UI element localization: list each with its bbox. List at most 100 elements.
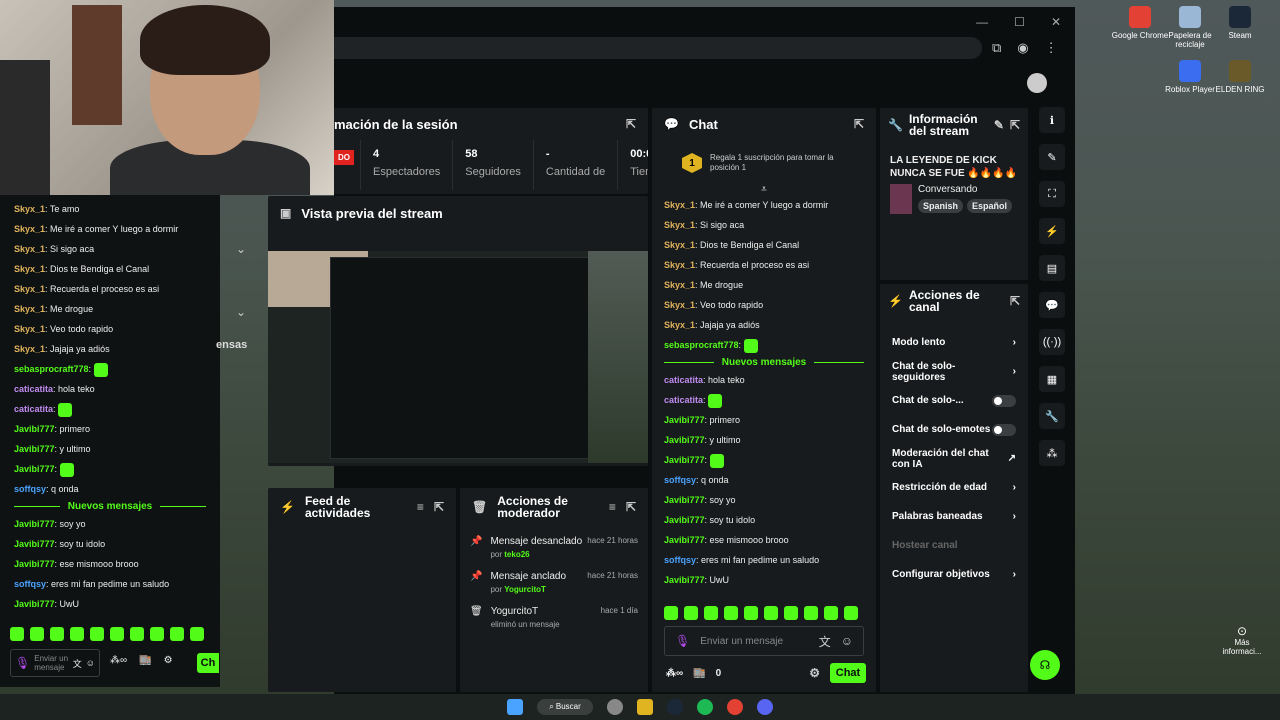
- extensions-icon[interactable]: ⧉: [992, 40, 1001, 56]
- settings-icon[interactable]: ⚙: [809, 666, 820, 680]
- channel-action-row[interactable]: Moderación del chat con IA ↗: [880, 444, 1028, 473]
- chat-username[interactable]: caticatita: [14, 404, 53, 414]
- chat-username[interactable]: Javibi777: [664, 455, 705, 465]
- channel-action-row[interactable]: Restricción de edad ›: [880, 473, 1028, 502]
- collapse-icon[interactable]: ⩡: [652, 184, 876, 195]
- chat-username[interactable]: soffqsy: [664, 475, 696, 485]
- translate-icon[interactable]: 文: [819, 633, 831, 650]
- emote-icon[interactable]: [30, 627, 44, 641]
- filter-icon[interactable]: ≡: [417, 500, 424, 514]
- obs-icon[interactable]: [606, 699, 623, 715]
- info-icon[interactable]: ℹ: [1039, 107, 1065, 133]
- send-chat-button[interactable]: Chat: [830, 663, 866, 683]
- chat-username[interactable]: Javibi777: [664, 495, 705, 505]
- chat-username[interactable]: Skyx_1: [664, 240, 695, 250]
- channel-action-row[interactable]: Chat de solo-...: [880, 386, 1028, 415]
- emote-icon[interactable]: [190, 627, 204, 641]
- chat-username[interactable]: Javibi777: [14, 464, 55, 474]
- emote-icon[interactable]: [804, 606, 818, 620]
- chat-username[interactable]: Skyx_1: [14, 284, 45, 294]
- toggle-switch[interactable]: [992, 423, 1016, 436]
- chat-username[interactable]: Javibi777: [14, 519, 55, 529]
- channel-action-row[interactable]: Configurar objetivos ›: [880, 560, 1028, 589]
- popout-icon[interactable]: ⇱: [1010, 118, 1020, 132]
- chat-username[interactable]: soffqsy: [664, 555, 696, 565]
- emote-icon[interactable]: [724, 606, 738, 620]
- address-bar[interactable]: [334, 37, 982, 59]
- emote-icon[interactable]: [170, 627, 184, 641]
- taskbar-search[interactable]: ⌕ Buscar: [537, 699, 593, 715]
- stream-preview-video[interactable]: [268, 251, 648, 463]
- store-icon[interactable]: 🏬: [693, 668, 705, 679]
- chat-username[interactable]: Javibi777: [664, 515, 705, 525]
- emote-icon[interactable]: [784, 606, 798, 620]
- microphone-icon[interactable]: 🎙: [675, 634, 690, 648]
- chat-username[interactable]: Javibi777: [14, 424, 55, 434]
- emote-icon[interactable]: [70, 627, 84, 641]
- chat-username[interactable]: Skyx_1: [14, 324, 45, 334]
- emoji-icon[interactable]: ☺: [86, 658, 95, 668]
- desktop-icon[interactable]: Steam: [1210, 6, 1270, 40]
- discord-icon[interactable]: [756, 699, 773, 715]
- notes-icon[interactable]: ▤: [1039, 255, 1065, 281]
- popout-icon[interactable]: ⇱: [626, 500, 636, 514]
- channel-action-row[interactable]: Chat de solo-seguidores ›: [880, 357, 1028, 386]
- emote-icon[interactable]: [684, 606, 698, 620]
- channel-action-row[interactable]: Chat de solo-emotes: [880, 415, 1028, 444]
- steam-icon[interactable]: [666, 699, 683, 715]
- chrome-icon[interactable]: [726, 699, 743, 715]
- chat-username[interactable]: Javibi777: [664, 575, 705, 585]
- popout-icon[interactable]: ⇱: [434, 500, 444, 514]
- emote-icon[interactable]: [110, 627, 124, 641]
- chevron-down-icon[interactable]: ⌄: [236, 242, 246, 256]
- channel-action-row[interactable]: Modo lento ›: [880, 328, 1028, 357]
- chat-username[interactable]: sebasprocraft778: [664, 340, 739, 350]
- popout-icon[interactable]: ⇱: [854, 117, 864, 131]
- chat-username[interactable]: Javibi777: [664, 415, 705, 425]
- emote-icon[interactable]: [130, 627, 144, 641]
- chat-username[interactable]: Skyx_1: [14, 344, 45, 354]
- chat-username[interactable]: Skyx_1: [14, 244, 45, 254]
- chat-username[interactable]: Javibi777: [664, 435, 705, 445]
- popout-icon[interactable]: ⇱: [626, 117, 636, 131]
- bolt-icon[interactable]: ⚡: [1039, 218, 1065, 244]
- chat-username[interactable]: caticatita: [664, 375, 703, 385]
- mod-action-user[interactable]: eliminó un mensaje: [491, 620, 560, 629]
- chat-username[interactable]: Skyx_1: [664, 260, 695, 270]
- emote-icon[interactable]: [150, 627, 164, 641]
- chat-username[interactable]: caticatita: [14, 384, 53, 394]
- layers-icon[interactable]: ▦: [1039, 366, 1065, 392]
- mod-action-user[interactable]: teko26: [504, 550, 529, 559]
- desktop-icon[interactable]: ELDEN RING: [1210, 60, 1270, 94]
- chat-input[interactable]: 🎙 Enviar un mensaje 文 ☺: [10, 649, 100, 677]
- chat-username[interactable]: soffqsy: [14, 579, 46, 589]
- category-thumbnail[interactable]: [890, 184, 912, 214]
- more-info-widget[interactable]: ⊙ Más informaci...: [1214, 624, 1270, 656]
- chat-username[interactable]: soffqsy: [14, 484, 46, 494]
- edit-icon[interactable]: ✎: [994, 118, 1004, 132]
- chat-username[interactable]: Skyx_1: [664, 320, 695, 330]
- emote-bar[interactable]: [664, 606, 874, 625]
- minimize-icon[interactable]: —: [976, 15, 988, 29]
- emote-icon[interactable]: [704, 606, 718, 620]
- tag-chip[interactable]: Spanish: [918, 199, 964, 213]
- windows-start-icon[interactable]: [507, 699, 524, 715]
- toggle-switch[interactable]: [992, 394, 1016, 407]
- channel-points-icon[interactable]: ⁂∞: [110, 655, 127, 666]
- gift-banner[interactable]: 1 Regala 1 suscripción para tomar la pos…: [652, 140, 876, 184]
- channel-action-row[interactable]: Palabras baneadas ›: [880, 502, 1028, 531]
- emote-icon[interactable]: [10, 627, 24, 641]
- chat-username[interactable]: Skyx_1: [14, 304, 45, 314]
- emote-icon[interactable]: [744, 606, 758, 620]
- emote-icon[interactable]: [844, 606, 858, 620]
- filter-icon[interactable]: ≡: [609, 500, 616, 514]
- maximize-icon[interactable]: ☐: [1014, 15, 1025, 29]
- support-icon[interactable]: ☊: [1030, 650, 1060, 680]
- emote-icon[interactable]: [664, 606, 678, 620]
- tag-chip[interactable]: Español: [967, 199, 1013, 213]
- send-chat-button[interactable]: Ch: [197, 653, 219, 673]
- chat-username[interactable]: Javibi777: [14, 444, 55, 454]
- emoji-icon[interactable]: ☺: [841, 634, 853, 648]
- channel-points-icon[interactable]: ⁂∞: [666, 668, 683, 679]
- chat-username[interactable]: caticatita: [664, 395, 703, 405]
